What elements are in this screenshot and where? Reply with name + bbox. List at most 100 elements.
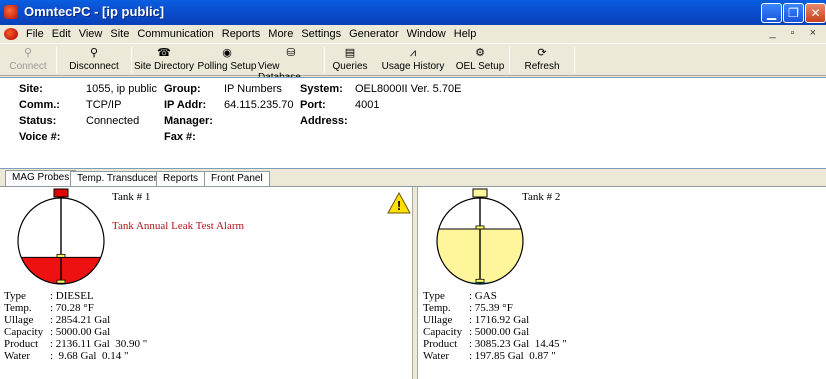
reading-value: : 2136.11 Gal 30.90 " (50, 338, 148, 350)
reading-label: Type (4, 290, 26, 302)
oel-setup-button[interactable]: ⚙ OEL Setup (451, 44, 509, 75)
reading-label: Type (423, 290, 445, 302)
reading-row: Product: 3085.23 Gal 14.45 " (423, 338, 567, 350)
reading-row: Capacity : 5000.00 Gal (4, 326, 110, 338)
queries-label: Queries (332, 61, 368, 72)
reading-row: Temp. : 70.28 °F (4, 302, 94, 314)
ip-addr-label: IP Addr: (164, 99, 207, 111)
warning-icon[interactable]: ! (387, 192, 411, 214)
product-float (56, 253, 66, 258)
reading-value: : DIESEL (50, 290, 94, 302)
reading-value: : 5000.00 Gal (50, 326, 111, 338)
reading-label: Water (423, 350, 449, 362)
phone-book-icon: ☎ (157, 47, 171, 59)
usage-history-button[interactable]: ⩘ Usage History (375, 44, 451, 75)
refresh-label: Refresh (524, 61, 560, 72)
queries-button[interactable]: ▤ Queries (325, 44, 375, 75)
menu-file[interactable]: File (22, 26, 48, 42)
menu-site[interactable]: Site (106, 26, 133, 42)
site-value: 1055, ip public (86, 83, 157, 95)
connect-label: Connect (9, 61, 47, 72)
site-directory-button[interactable]: ☎ Site Directory (132, 44, 196, 75)
menu-help[interactable]: Help (450, 26, 481, 42)
view-database-button[interactable]: ⛁ View Database (258, 44, 324, 83)
disconnect-label: Disconnect (69, 61, 119, 72)
reading-value: : 9.68 Gal 0.14 " (50, 350, 129, 362)
refresh-icon: ⟳ (537, 47, 547, 59)
menu-more[interactable]: More (264, 26, 297, 42)
queries-icon: ▤ (344, 47, 356, 59)
polling-setup-button[interactable]: ◉ Polling Setup (196, 44, 258, 75)
port-value: 4001 (355, 99, 380, 111)
reading-row: Product : 2136.11 Gal 30.90 " (4, 338, 147, 350)
system-label: System: (300, 83, 343, 95)
port-label: Port: (300, 99, 326, 111)
reading-label: Product (4, 338, 39, 350)
app-icon (4, 5, 18, 19)
reading-value: : 3085.23 Gal 14.45 " (469, 338, 567, 350)
menu-reports[interactable]: Reports (218, 26, 265, 42)
toolbar-separator (574, 47, 575, 73)
menu-generator[interactable]: Generator (345, 26, 403, 42)
reading-label: Water (4, 350, 30, 362)
site-directory-label: Site Directory (133, 61, 194, 72)
reading-row: Type : DIESEL (4, 290, 94, 302)
connect-button[interactable]: ⚲ Connect (0, 44, 56, 75)
usage-history-label: Usage History (381, 61, 445, 72)
close-button[interactable]: ✕ (805, 3, 826, 23)
reading-value: : 197.85 Gal 0.87 " (469, 350, 556, 362)
reading-value: : 70.28 °F (50, 302, 94, 314)
refresh-button[interactable]: ⟳ Refresh (510, 44, 574, 75)
probe-head (472, 188, 488, 198)
tank-title-1: Tank # 1 (112, 191, 151, 203)
reading-value: : GAS (469, 290, 497, 302)
voice-label: Voice #: (19, 131, 61, 143)
tab-front-panel[interactable]: Front Panel (204, 171, 270, 186)
reading-value: : 5000.00 Gal (469, 326, 530, 338)
tab-reports[interactable]: Reports (156, 171, 206, 186)
menu-window[interactable]: Window (403, 26, 450, 42)
group-value: IP Numbers (224, 83, 282, 95)
menu-view[interactable]: View (75, 26, 107, 42)
minimize-button[interactable]: ▁ (761, 3, 782, 23)
reading-label: Temp. (423, 302, 451, 314)
fax-label: Fax #: (164, 131, 196, 143)
oel-setup-label: OEL Setup (455, 61, 505, 72)
tank-graphic-1[interactable] (1, 187, 121, 287)
reading-row: Ullage: 1716.92 Gal (423, 314, 529, 326)
title-bar[interactable]: OmntecPC - [ip public] ▁ ❐ ✕ (0, 0, 826, 25)
tank-pane-2: Tank # 2 Type: GAS Temp.: 75.39 °F Ullage:… (418, 187, 826, 379)
reading-label: Temp. (4, 302, 32, 314)
tab-mag-probes[interactable]: MAG Probes (5, 170, 77, 186)
reading-label: Ullage (423, 314, 453, 326)
reading-value: : 2854.21 Gal (50, 314, 111, 326)
menu-bar: File Edit View Site Communication Report… (0, 25, 826, 43)
polling-setup-label: Polling Setup (197, 61, 257, 72)
product-float (475, 225, 485, 230)
address-label: Address: (300, 115, 348, 127)
tank-pane-1: Tank # 1 Tank Annual Leak Test Alarm ! T… (0, 187, 412, 379)
menu-edit[interactable]: Edit (48, 26, 75, 42)
svg-text:!: ! (397, 198, 401, 213)
reading-label: Capacity (4, 326, 44, 338)
document-icon[interactable] (4, 28, 18, 40)
disconnect-button[interactable]: ⚲ Disconnect (57, 44, 131, 75)
comm-value: TCP/IP (86, 99, 122, 111)
site-label: Site: (19, 83, 43, 95)
polling-icon: ◉ (222, 47, 232, 59)
toolbar: ⚲ Connect ⚲ Disconnect ☎ Site Directory … (0, 43, 826, 83)
status-value: Connected (86, 115, 140, 127)
maximize-button[interactable]: ❐ (783, 3, 804, 23)
window-title: OmntecPC - [ip public] (24, 4, 165, 19)
system-value: OEL8000II Ver. 5.70E (355, 83, 462, 95)
tab-strip: MAG Probes Temp. Transducers Reports Fro… (0, 170, 826, 186)
tab-temp-transducers[interactable]: Temp. Transducers (70, 171, 170, 186)
reading-row: Water : 197.85 Gal 0.87 " (423, 350, 556, 362)
menu-settings[interactable]: Settings (297, 26, 345, 42)
reading-row: Type : GAS (423, 290, 497, 302)
reading-label: Ullage (4, 314, 34, 326)
reading-row: Capacity: 5000.00 Gal (423, 326, 529, 338)
water-float (475, 278, 485, 283)
menu-communication[interactable]: Communication (133, 26, 217, 42)
mdi-window-controls[interactable]: _ ▫ × (769, 27, 822, 39)
